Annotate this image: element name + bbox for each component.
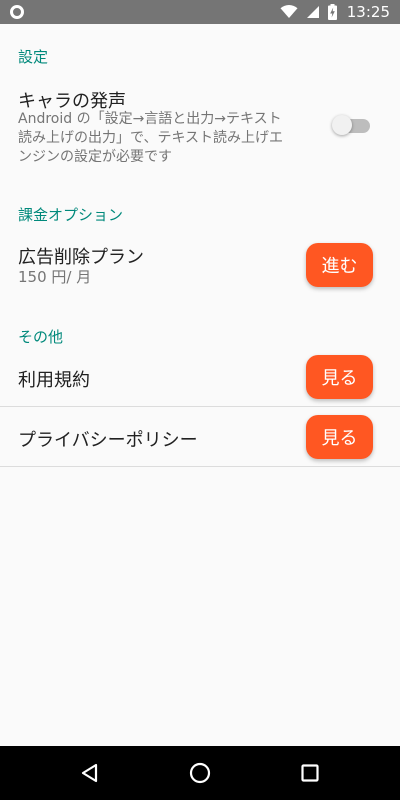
privacy-title: プライバシーポリシー <box>18 430 198 451</box>
voice-setting-summary-line3: ンジンの設定が必要です <box>18 149 172 165</box>
status-bar: 13:25 <box>0 0 400 24</box>
privacy-view-button[interactable]: 見る <box>306 415 373 459</box>
nav-recents-button[interactable] <box>280 746 340 800</box>
circle-notification-icon <box>10 5 24 19</box>
recents-icon <box>301 764 319 782</box>
back-icon <box>81 763 98 783</box>
divider <box>0 466 400 467</box>
cellular-signal-icon <box>306 6 319 18</box>
section-header-other: その他 <box>18 328 64 346</box>
status-icons: 13:25 <box>280 0 390 24</box>
section-header-billing: 課金オプション <box>18 206 124 224</box>
battery-charging-icon <box>327 4 337 20</box>
ad-removal-title: 広告削除プラン <box>18 247 144 268</box>
nav-home-button[interactable] <box>170 746 230 800</box>
navigation-bar <box>0 746 400 800</box>
voice-toggle-switch[interactable] <box>332 114 372 136</box>
divider <box>0 406 400 407</box>
terms-view-button[interactable]: 見る <box>306 355 373 399</box>
toggle-thumb <box>332 115 352 135</box>
ad-removal-proceed-button[interactable]: 進む <box>306 243 373 287</box>
wifi-icon <box>280 5 298 18</box>
status-time: 13:25 <box>346 3 390 21</box>
nav-back-button[interactable] <box>60 746 120 800</box>
voice-setting-summary-line2: 読み上げの出力」で、テキスト読み上げエ <box>18 130 284 146</box>
voice-setting-summary-line1: Android の「設定→言語と出力→テキスト <box>18 111 282 127</box>
terms-title: 利用規約 <box>18 370 90 391</box>
section-header-settings: 設定 <box>18 48 49 66</box>
home-icon <box>189 762 211 784</box>
ad-removal-price: 150 円/ 月 <box>18 268 92 286</box>
